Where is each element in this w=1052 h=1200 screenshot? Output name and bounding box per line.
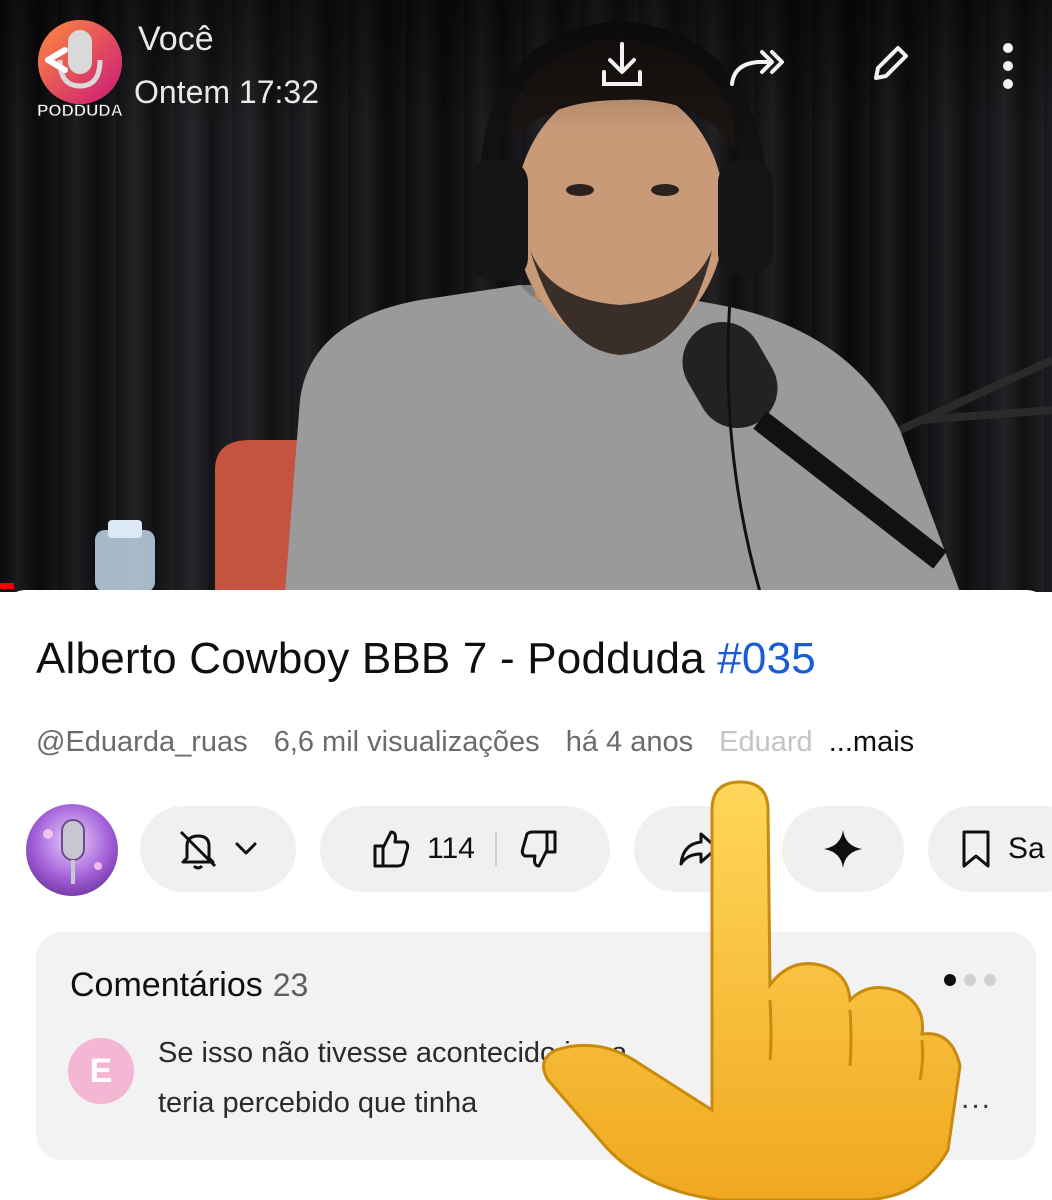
video-progress-bar[interactable] [0, 583, 14, 589]
save-label: Sa [1008, 832, 1045, 865]
logo-wordmark: PODDUDA [37, 101, 123, 120]
comments-panel[interactable]: Comentários 23 E Se isso não tivesse acon… [36, 932, 1036, 1160]
video-info-sheet: Alberto Cowboy BBB 7 - Podduda #035 @Edu… [0, 590, 1052, 1200]
video-player[interactable]: PODDUDA Você Ontem 17:32 [0, 0, 1052, 592]
like-divider [494, 832, 497, 866]
commenter-avatar[interactable]: E [68, 1038, 134, 1104]
channel-handle[interactable]: @Eduarda_ruas [36, 726, 248, 758]
forward-icon[interactable] [728, 42, 788, 90]
comments-heading: Comentários 23 [70, 966, 308, 1005]
subscribe-notifications-button[interactable] [140, 806, 296, 892]
comment-line-1: Se isso não tivesse acontecido jama [158, 1037, 628, 1069]
comment-line-2: teria percebido que tinha [158, 1087, 478, 1119]
bookmark-icon [962, 830, 990, 868]
more-link[interactable]: ...mais [829, 726, 914, 758]
dislike-icon[interactable] [517, 826, 563, 872]
download-icon[interactable] [598, 38, 646, 90]
ask-ai-button[interactable] [782, 806, 904, 892]
edit-icon[interactable] [866, 40, 914, 88]
upload-age: há 4 anos [565, 726, 694, 758]
action-bar: 114 Sa [0, 802, 1052, 896]
sparkle-icon [824, 830, 862, 868]
chat-sender-name: Você [138, 20, 214, 58]
channel-avatar[interactable] [26, 804, 118, 896]
page-dot [984, 974, 996, 986]
share-button[interactable] [634, 806, 762, 892]
comments-count: 23 [272, 967, 309, 1003]
chat-timestamp: Ontem 17:32 [134, 74, 319, 110]
podduda-logo: PODDUDA [37, 20, 123, 120]
hashtag-link[interactable]: #035 [717, 634, 816, 683]
chevron-down-icon [235, 842, 257, 855]
video-title-text: Alberto Cowboy BBB 7 - Podduda [36, 634, 718, 683]
comments-page-indicator [944, 974, 996, 986]
bell-off-icon [179, 830, 217, 870]
page-dot [964, 974, 976, 986]
like-icon[interactable] [367, 826, 413, 872]
share-icon [679, 832, 719, 866]
more-vertical-icon[interactable] [996, 38, 1020, 94]
like-dislike-group: 114 [320, 806, 610, 892]
microphone-avatar-icon [43, 819, 102, 884]
comments-title: Comentários [70, 966, 263, 1004]
page-dot-active [944, 974, 956, 986]
description-snippet: Eduard [719, 726, 813, 758]
like-count: 114 [427, 832, 475, 865]
save-button[interactable]: Sa [928, 806, 1052, 892]
comment-ellipsis: ... [960, 1082, 992, 1115]
top-comment-text: Se isso não tivesse acontecido jama teri… [158, 1028, 698, 1128]
video-title: Alberto Cowboy BBB 7 - Podduda #035 [36, 634, 816, 684]
video-meta[interactable]: @Eduarda_ruas 6,6 mil visualizações há 4… [36, 726, 1036, 759]
view-count: 6,6 mil visualizações [273, 726, 540, 758]
